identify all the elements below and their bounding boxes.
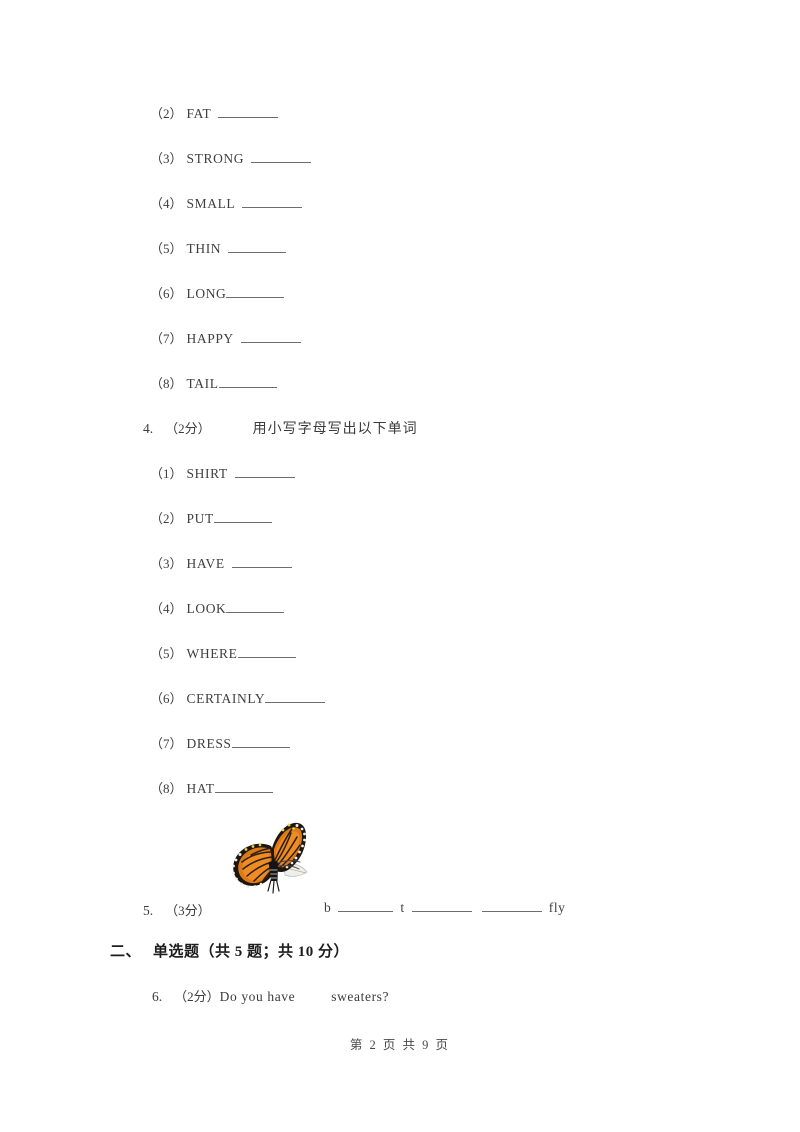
question-4-header: 4. （2分） 用小写字母写出以下单词 bbox=[143, 418, 418, 438]
list-item: （6） LONG bbox=[150, 283, 285, 302]
page-footer: 第 2 页 共 9 页 bbox=[349, 1038, 451, 1052]
document-page: （2） FAT （3） STRONG （4） SMALL （5） THIN （6） LON… bbox=[0, 0, 800, 1132]
question-5-header: 5. （3分） bbox=[143, 900, 211, 919]
item-word: WHERE bbox=[186, 646, 238, 661]
item-label: （5） bbox=[150, 646, 183, 661]
list-item: （5） WHERE bbox=[150, 643, 296, 662]
answer-blank[interactable] bbox=[214, 781, 273, 793]
item-label: （2） bbox=[150, 106, 183, 121]
item-word: LOOK bbox=[186, 601, 227, 616]
answer-letter-b: b bbox=[324, 900, 332, 915]
list-item: （3） HAVE bbox=[150, 553, 292, 572]
item-label: （5） bbox=[150, 241, 183, 256]
list-item: （7） DRESS bbox=[150, 733, 290, 752]
answer-blank[interactable] bbox=[231, 556, 292, 568]
question-5-answer-line: b t fly bbox=[324, 900, 566, 916]
item-label: （8） bbox=[150, 781, 183, 796]
question-score: （2分） bbox=[165, 421, 211, 436]
list-item: （2） FAT bbox=[150, 103, 279, 122]
answer-blank[interactable] bbox=[228, 241, 287, 253]
question-text-after: sweaters? bbox=[331, 989, 390, 1004]
item-word: FAT bbox=[186, 106, 212, 121]
answer-blank[interactable] bbox=[237, 646, 296, 658]
list-item: （2） PUT bbox=[150, 508, 272, 527]
item-word: SHIRT bbox=[186, 466, 228, 481]
question-score: （2分） bbox=[174, 989, 220, 1004]
question-prompt: 用小写字母写出以下单词 bbox=[252, 422, 418, 437]
answer-blank[interactable] bbox=[242, 196, 303, 208]
question-score: （3分） bbox=[165, 903, 211, 918]
section-index: 二、 bbox=[110, 944, 142, 960]
list-item: （8） TAIL bbox=[150, 373, 277, 392]
answer-blank[interactable] bbox=[218, 376, 277, 388]
item-label: （3） bbox=[150, 556, 183, 571]
question-number: 6. bbox=[152, 989, 163, 1004]
question-6-header: 6. （2分）Do you have sweaters? bbox=[152, 986, 389, 1005]
answer-blank[interactable] bbox=[226, 286, 285, 298]
answer-blank[interactable] bbox=[338, 900, 394, 912]
item-word: LONG bbox=[186, 286, 227, 301]
section-heading-2: 二、 单选题（共 5 题；共 10 分） bbox=[110, 940, 349, 961]
item-word: HAT bbox=[186, 781, 215, 796]
answer-blank[interactable] bbox=[481, 900, 542, 912]
item-word: HAVE bbox=[186, 556, 225, 571]
item-label: （6） bbox=[150, 691, 183, 706]
item-label: （3） bbox=[150, 151, 183, 166]
item-word: DRESS bbox=[186, 736, 232, 751]
question-number: 4. bbox=[143, 421, 154, 436]
answer-word-fly: fly bbox=[548, 900, 566, 915]
item-word: HAPPY bbox=[186, 331, 234, 346]
answer-blank[interactable] bbox=[240, 331, 301, 343]
answer-blank[interactable] bbox=[226, 601, 285, 613]
list-item: （3） STRONG bbox=[150, 148, 312, 167]
list-item: （8） HAT bbox=[150, 778, 273, 797]
item-label: （2） bbox=[150, 511, 183, 526]
item-label: （6） bbox=[150, 286, 183, 301]
item-word: PUT bbox=[186, 511, 214, 526]
butterfly-image bbox=[228, 818, 314, 898]
answer-blank[interactable] bbox=[231, 736, 290, 748]
answer-blank[interactable] bbox=[213, 511, 272, 523]
list-item: （4） LOOK bbox=[150, 598, 285, 617]
item-word: TAIL bbox=[186, 376, 219, 391]
answer-blank[interactable] bbox=[411, 900, 472, 912]
question-number: 5. bbox=[143, 903, 154, 918]
list-item: （5） THIN bbox=[150, 238, 287, 257]
item-word: CERTAINLY bbox=[186, 691, 266, 706]
question-text-before: Do you have bbox=[219, 989, 296, 1004]
item-label: （1） bbox=[150, 466, 183, 481]
item-word: SMALL bbox=[186, 196, 236, 211]
answer-blank[interactable] bbox=[251, 151, 312, 163]
item-label: （7） bbox=[150, 331, 183, 346]
item-word: STRONG bbox=[186, 151, 245, 166]
item-label: （7） bbox=[150, 736, 183, 751]
list-item: （7） HAPPY bbox=[150, 328, 301, 347]
answer-blank[interactable] bbox=[218, 106, 279, 118]
list-item: （4） SMALL bbox=[150, 193, 303, 212]
item-label: （4） bbox=[150, 196, 183, 211]
list-item: （1） SHIRT bbox=[150, 463, 295, 482]
section-title: 单选题（共 5 题；共 10 分） bbox=[153, 944, 350, 960]
answer-letter-t: t bbox=[400, 900, 405, 915]
item-label: （8） bbox=[150, 376, 183, 391]
list-item: （6） CERTAINLY bbox=[150, 688, 326, 707]
answer-blank[interactable] bbox=[234, 466, 295, 478]
item-word: THIN bbox=[186, 241, 222, 256]
item-label: （4） bbox=[150, 601, 183, 616]
answer-blank[interactable] bbox=[265, 691, 326, 703]
